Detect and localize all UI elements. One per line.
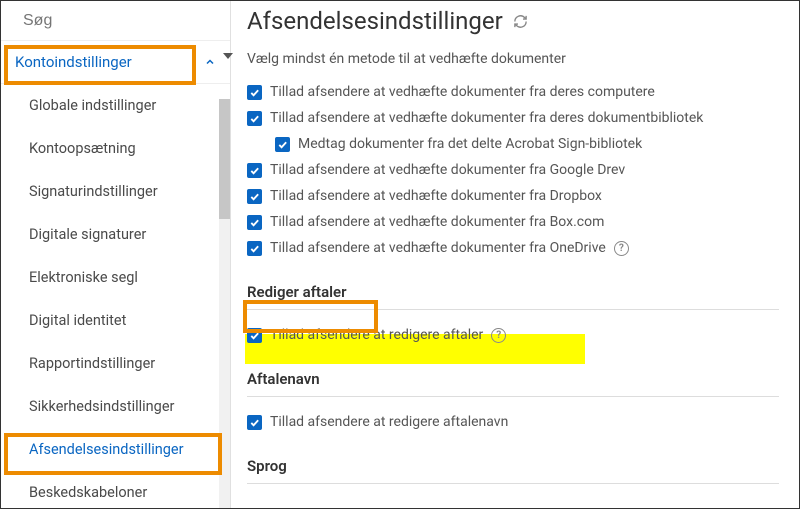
option-label: Tillad afsendere at vedhæfte dokumenter … <box>270 214 604 230</box>
option-label: Tillad afsendere at redigere aftalenavn <box>270 414 508 430</box>
sidebar-item-label: Sikkerhedsindstillinger <box>29 398 174 415</box>
checkbox-icon[interactable] <box>247 189 262 204</box>
sidebar-item-label: Digital identitet <box>29 312 126 329</box>
info-icon[interactable]: ? <box>614 241 629 256</box>
sidebar-item-label: Rapportindstillinger <box>29 355 155 372</box>
option-attach-library-shared[interactable]: Medtag dokumenter fra det delte Acrobat … <box>247 131 779 157</box>
section-sprog: Sprog <box>247 457 779 484</box>
info-icon[interactable]: ? <box>491 328 506 343</box>
section-title: Aftalenavn <box>247 370 779 397</box>
checkbox-icon[interactable] <box>247 163 262 178</box>
sidebar-item-afsendelsesindstillinger[interactable]: Afsendelsesindstillinger <box>1 428 230 471</box>
option-label: Tillad afsendere at vedhæfte dokumenter … <box>270 110 703 126</box>
option-attach-google[interactable]: Tillad afsendere at vedhæfte dokumenter … <box>247 157 779 183</box>
sidebar-item-signaturindstillinger[interactable]: Signaturindstillinger <box>1 170 230 213</box>
section-aftalenavn: Aftalenavn Tillad afsendere at redigere … <box>247 370 779 435</box>
sidebar-section-label: Kontoindstillinger <box>15 53 132 71</box>
sidebar-section-kontoindstillinger[interactable]: Kontoindstillinger <box>1 40 230 84</box>
sidebar-item-kontoopsaetning[interactable]: Kontoopsætning <box>1 127 230 170</box>
sidebar-item-label: Digitale signaturer <box>29 226 146 243</box>
sidebar-item-digital-identitet[interactable]: Digital identitet <box>1 299 230 342</box>
sidebar-item-label: Globale indstillinger <box>29 97 156 114</box>
option-label: Medtag dokumenter fra det delte Acrobat … <box>298 136 642 152</box>
option-label: Tillad afsendere at redigere aftaler <box>270 327 483 343</box>
option-label: Tillad afsendere at vedhæfte dokumenter … <box>270 84 655 100</box>
checkbox-icon[interactable] <box>247 241 262 256</box>
option-attach-dropbox[interactable]: Tillad afsendere at vedhæfte dokumenter … <box>247 183 779 209</box>
sidebar-item-label: Beskedskabeloner <box>29 484 147 501</box>
sidebar-item-globale-indstillinger[interactable]: Globale indstillinger <box>1 84 230 127</box>
checkbox-icon[interactable] <box>247 111 262 126</box>
option-label: Tillad afsendere at vedhæfte dokumenter … <box>270 162 625 178</box>
sidebar-item-label: Signaturindstillinger <box>29 183 158 200</box>
intro-text: Vælg mindst én metode til at vedhæfte do… <box>247 51 779 67</box>
refresh-icon[interactable] <box>513 14 528 29</box>
option-attach-box[interactable]: Tillad afsendere at vedhæfte dokumenter … <box>247 209 779 235</box>
checkbox-icon[interactable] <box>247 328 262 343</box>
section-title: Rediger aftaler <box>247 283 779 310</box>
sidebar: Kontoindstillinger Globale indstillinger… <box>1 1 231 508</box>
option-label: Tillad afsendere at vedhæfte dokumenter … <box>270 240 606 256</box>
sidebar-scrollbar-thumb[interactable] <box>219 99 230 219</box>
option-edit-agreements[interactable]: Tillad afsendere at redigere aftaler ? <box>247 322 779 348</box>
sidebar-nav-list: Globale indstillinger Kontoopsætning Sig… <box>1 84 230 508</box>
sidebar-item-beskedskabeloner[interactable]: Beskedskabeloner <box>1 471 230 508</box>
sidebar-item-label: Kontoopsætning <box>29 140 136 157</box>
checkbox-icon[interactable] <box>275 137 290 152</box>
sidebar-item-label: Elektroniske segl <box>29 269 138 286</box>
option-attach-library[interactable]: Tillad afsendere at vedhæfte dokumenter … <box>247 105 779 131</box>
chevron-up-icon <box>204 56 216 68</box>
sidebar-item-digitale-signaturer[interactable]: Digitale signaturer <box>1 213 230 256</box>
option-edit-agreement-name[interactable]: Tillad afsendere at redigere aftalenavn <box>247 409 779 435</box>
option-attach-computer[interactable]: Tillad afsendere at vedhæfte dokumenter … <box>247 79 779 105</box>
sidebar-item-rapportindstillinger[interactable]: Rapportindstillinger <box>1 342 230 385</box>
search-input[interactable] <box>23 12 230 30</box>
checkbox-icon[interactable] <box>247 85 262 100</box>
section-title: Sprog <box>247 457 779 484</box>
sidebar-scrollbar-track[interactable] <box>219 99 230 508</box>
option-label: Tillad afsendere at vedhæfte dokumenter … <box>270 188 602 204</box>
sidebar-item-sikkerhedsindstillinger[interactable]: Sikkerhedsindstillinger <box>1 385 230 428</box>
checkbox-icon[interactable] <box>247 215 262 230</box>
sidebar-item-label: Afsendelsesindstillinger <box>29 441 184 458</box>
section-rediger-aftaler: Rediger aftaler Tillad afsendere at redi… <box>247 283 779 348</box>
main-panel: Afsendelsesindstillinger Vælg mindst én … <box>231 1 799 508</box>
option-attach-onedrive[interactable]: Tillad afsendere at vedhæfte dokumenter … <box>247 235 779 261</box>
page-title: Afsendelsesindstillinger <box>247 7 503 35</box>
checkbox-icon[interactable] <box>247 415 262 430</box>
sidebar-item-elektroniske-segl[interactable]: Elektroniske segl <box>1 256 230 299</box>
